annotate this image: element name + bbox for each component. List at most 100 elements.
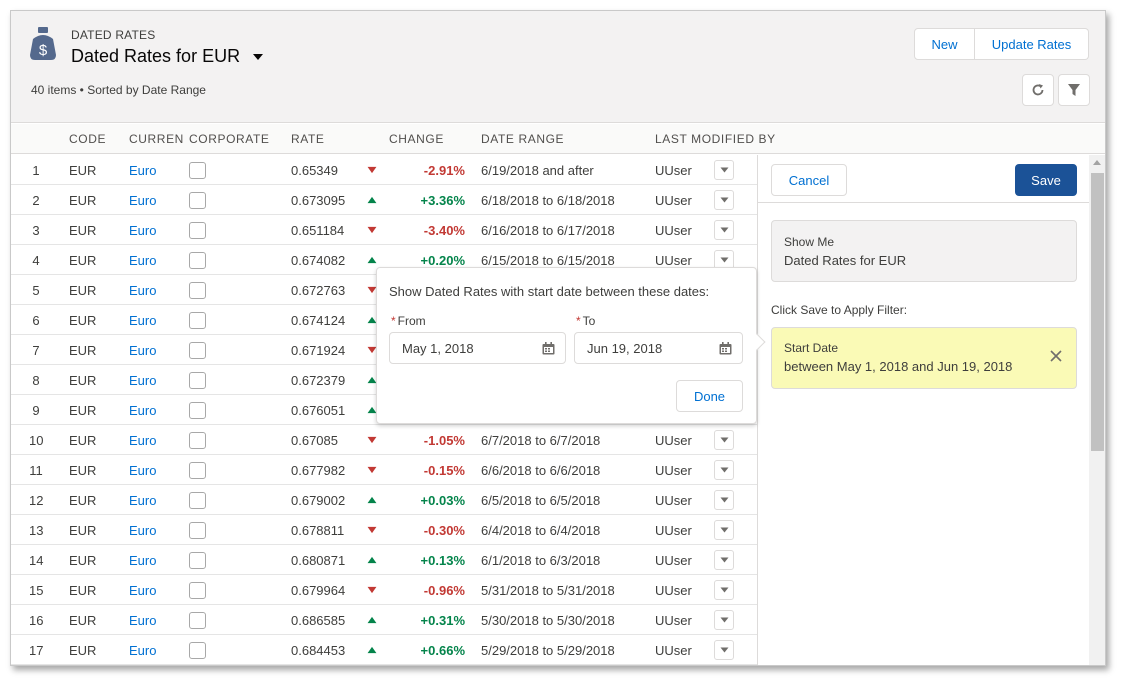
column-header-last-modified-by[interactable]: LAST MODIFIED BY (655, 132, 776, 146)
corporate-checkbox[interactable] (189, 222, 206, 239)
start-date-filter[interactable]: Start Date between May 1, 2018 and Jun 1… (771, 327, 1077, 389)
row-actions-button[interactable] (714, 580, 734, 600)
rate-cell: 0.674124 (291, 313, 346, 328)
row-actions-button[interactable] (714, 190, 734, 210)
row-actions-button[interactable] (714, 220, 734, 240)
new-button[interactable]: New (914, 28, 975, 60)
required-indicator: * (576, 314, 581, 328)
currency-link[interactable]: Euro (129, 463, 156, 478)
corporate-checkbox[interactable] (189, 582, 206, 599)
row-actions-button[interactable] (714, 550, 734, 570)
rate-cell: 0.672379 (291, 373, 346, 388)
row-actions-button[interactable] (714, 610, 734, 630)
update-rates-button[interactable]: Update Rates (975, 28, 1089, 60)
row-actions-button[interactable] (714, 490, 734, 510)
row-actions-button[interactable] (714, 430, 734, 450)
date-range-cell: 5/29/2018 to 5/29/2018 (481, 643, 615, 658)
column-header-change[interactable]: CHANGE (389, 132, 444, 146)
currency-link[interactable]: Euro (129, 613, 156, 628)
corporate-checkbox[interactable] (189, 312, 206, 329)
corporate-checkbox[interactable] (189, 462, 206, 479)
row-actions-button[interactable] (714, 640, 734, 660)
row-number: 12 (29, 493, 44, 508)
last-modified-by-cell: UUser (655, 643, 692, 658)
column-header-corporate[interactable]: CORPORATE (189, 132, 270, 146)
row-actions-button[interactable] (714, 460, 734, 480)
last-modified-by-cell: UUser (655, 163, 692, 178)
calendar-icon[interactable] (542, 342, 555, 355)
date-range-cell: 6/19/2018 and after (481, 163, 594, 178)
corporate-checkbox[interactable] (189, 432, 206, 449)
scrollbar-thumb[interactable] (1091, 173, 1104, 451)
currency-link[interactable]: Euro (129, 193, 156, 208)
change-cell: -2.91% (423, 163, 465, 178)
row-actions-button[interactable] (714, 520, 734, 540)
chevron-down-icon (720, 437, 728, 443)
currency-link[interactable]: Euro (129, 223, 156, 238)
corporate-checkbox[interactable] (189, 552, 206, 569)
last-modified-by-cell: UUser (655, 493, 692, 508)
code-cell: EUR (69, 373, 97, 388)
refresh-button[interactable] (1022, 74, 1054, 106)
list-view-header: $ DATED RATES Dated Rates for EUR 40 ite… (11, 11, 1105, 123)
column-header-rate[interactable]: RATE (291, 132, 325, 146)
calendar-icon[interactable] (719, 342, 732, 355)
page-title[interactable]: Dated Rates for EUR (71, 46, 240, 67)
corporate-checkbox[interactable] (189, 252, 206, 269)
apply-filter-hint: Click Save to Apply Filter: (771, 303, 908, 317)
currency-link[interactable]: Euro (129, 343, 156, 358)
scroll-up-arrow[interactable] (1093, 160, 1101, 165)
save-button[interactable]: Save (1015, 164, 1077, 196)
row-number: 1 (32, 163, 40, 178)
cancel-button[interactable]: Cancel (771, 164, 847, 196)
arrow-up-icon (367, 256, 377, 264)
close-icon[interactable] (1050, 350, 1062, 362)
column-header-date-range[interactable]: DATE RANGE (481, 132, 564, 146)
currency-link[interactable]: Euro (129, 523, 156, 538)
filter-panel-toolbar: Cancel Save (758, 155, 1090, 203)
rate-cell: 0.671924 (291, 343, 346, 358)
change-cell: +0.13% (420, 553, 465, 568)
row-number: 2 (32, 193, 40, 208)
column-header-code[interactable]: CODE (69, 132, 106, 146)
currency-link[interactable]: Euro (129, 403, 156, 418)
corporate-checkbox[interactable] (189, 612, 206, 629)
chevron-down-icon[interactable] (252, 53, 264, 61)
last-modified-by-cell: UUser (655, 433, 692, 448)
currency-link[interactable]: Euro (129, 643, 156, 658)
date-range-cell: 6/15/2018 to 6/15/2018 (481, 253, 615, 268)
corporate-checkbox[interactable] (189, 192, 206, 209)
done-button[interactable]: Done (676, 380, 743, 412)
currency-link[interactable]: Euro (129, 373, 156, 388)
currency-link[interactable]: Euro (129, 283, 156, 298)
date-range-cell: 6/1/2018 to 6/3/2018 (481, 553, 601, 568)
currency-link[interactable]: Euro (129, 493, 156, 508)
arrow-up-icon (367, 556, 377, 564)
corporate-checkbox[interactable] (189, 162, 206, 179)
currency-link[interactable]: Euro (129, 253, 156, 268)
corporate-checkbox[interactable] (189, 642, 206, 659)
currency-link[interactable]: Euro (129, 553, 156, 568)
corporate-checkbox[interactable] (189, 522, 206, 539)
code-cell: EUR (69, 253, 97, 268)
corporate-checkbox[interactable] (189, 402, 206, 419)
list-view-title[interactable]: Dated Rates for EUR (71, 46, 264, 67)
filter-button[interactable] (1058, 74, 1090, 106)
to-date-input[interactable]: Jun 19, 2018 (574, 332, 743, 364)
currency-link[interactable]: Euro (129, 163, 156, 178)
corporate-checkbox[interactable] (189, 492, 206, 509)
corporate-checkbox[interactable] (189, 282, 206, 299)
corporate-checkbox[interactable] (189, 342, 206, 359)
from-date-input[interactable]: May 1, 2018 (389, 332, 566, 364)
column-header-currency[interactable]: CURREN (129, 132, 184, 146)
panel-scrollbar[interactable] (1089, 155, 1105, 665)
row-actions-button[interactable] (714, 160, 734, 180)
show-me-filter[interactable]: Show Me Dated Rates for EUR (771, 220, 1077, 282)
currency-link[interactable]: Euro (129, 583, 156, 598)
show-me-label: Show Me (784, 235, 835, 249)
corporate-checkbox[interactable] (189, 372, 206, 389)
currency-link[interactable]: Euro (129, 313, 156, 328)
table-row: 14 EUR Euro 0.680871 +0.13% 6/1/2018 to 6/3/2… (11, 545, 757, 575)
code-cell: EUR (69, 523, 97, 538)
currency-link[interactable]: Euro (129, 433, 156, 448)
